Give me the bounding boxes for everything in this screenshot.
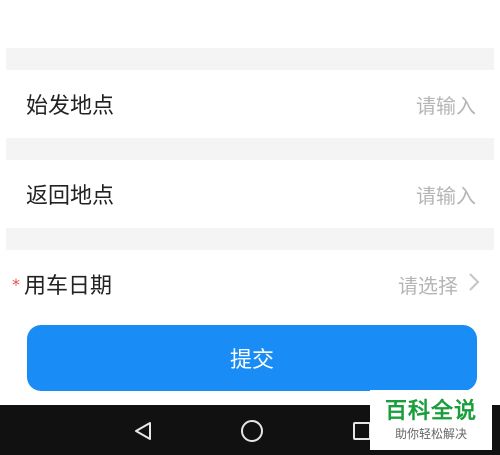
start-location-row[interactable]: 始发地点 请输入: [6, 70, 494, 138]
date-label: 用车日期: [24, 274, 113, 299]
date-row[interactable]: * 用车日期 请选择: [6, 250, 494, 325]
home-circle-icon[interactable]: [240, 419, 264, 443]
watermark-title: 百科全说: [384, 399, 477, 424]
start-location-input[interactable]: 请输入: [416, 90, 476, 119]
back-triangle-icon[interactable]: [131, 419, 155, 443]
right-edge: [494, 0, 500, 405]
watermark-subtitle: 助你轻松解决: [394, 427, 467, 441]
return-location-label: 返回地点: [26, 184, 115, 209]
top-blank-section: [6, 0, 494, 48]
return-location-input[interactable]: 请输入: [416, 180, 476, 209]
submit-button[interactable]: 提交: [27, 325, 477, 391]
date-select[interactable]: 请选择: [398, 270, 480, 299]
return-location-row[interactable]: 返回地点 请输入: [6, 160, 494, 228]
watermark-logo: 百科全说 助你轻松解决: [370, 390, 492, 450]
required-mark: *: [12, 275, 20, 294]
start-location-label: 始发地点: [26, 94, 115, 119]
form-screen: 始发地点 请输入 返回地点 请输入 * 用车日期 请选择 提交 百科全说 助你轻…: [0, 0, 500, 455]
chevron-right-icon: [468, 272, 480, 297]
date-select-placeholder: 请选择: [398, 274, 458, 298]
